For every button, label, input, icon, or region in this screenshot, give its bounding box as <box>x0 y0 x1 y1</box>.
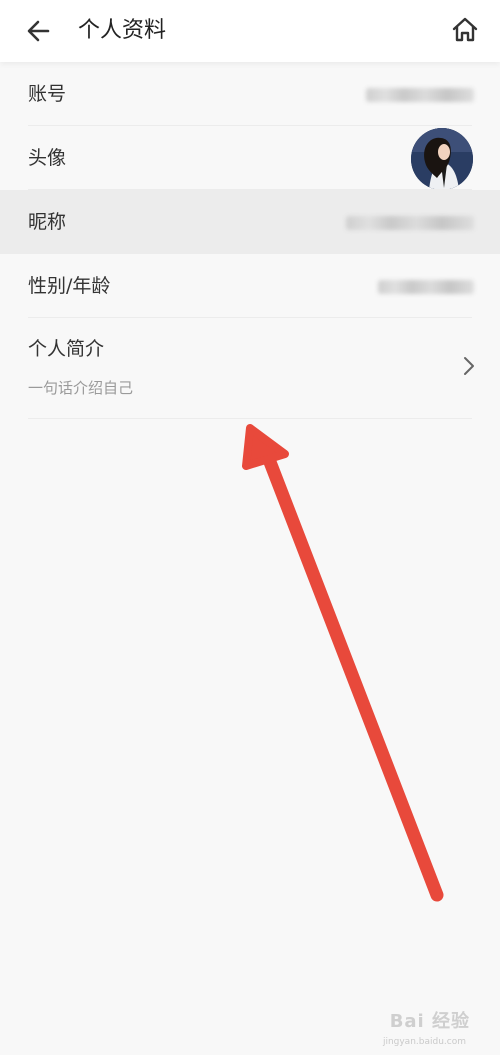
watermark: Bai 经验 <box>389 1011 470 1032</box>
chevron-right-icon <box>460 354 478 378</box>
back-arrow-icon[interactable] <box>22 14 56 48</box>
profile-list: 账号 头像 昵称 性别/年龄 个人简介 一句话介绍自己 <box>0 62 500 419</box>
bio-placeholder: 一句话介绍自己 <box>28 379 134 397</box>
watermark-subtext: jingyan.baidu.com <box>382 1037 466 1047</box>
bio-label: 个人简介 <box>28 338 105 360</box>
account-row[interactable]: 账号 <box>0 62 500 126</box>
avatar[interactable] <box>411 128 473 190</box>
divider <box>28 418 472 419</box>
gender-age-row[interactable]: 性别/年龄 <box>0 254 500 318</box>
account-value-blurred <box>366 88 474 102</box>
nickname-label: 昵称 <box>28 211 67 233</box>
account-label: 账号 <box>28 83 67 105</box>
avatar-row[interactable]: 头像 <box>0 126 500 190</box>
gender-age-value-blurred <box>378 280 474 294</box>
nickname-row[interactable]: 昵称 <box>0 190 500 254</box>
page-title: 个人资料 <box>78 18 167 43</box>
nickname-value-blurred <box>346 216 474 230</box>
avatar-label: 头像 <box>28 147 67 169</box>
home-icon[interactable] <box>448 13 482 47</box>
gender-age-label: 性别/年龄 <box>28 275 111 297</box>
top-bar: 个人资料 <box>0 0 500 62</box>
bio-row[interactable]: 个人简介 一句话介绍自己 <box>0 318 500 419</box>
